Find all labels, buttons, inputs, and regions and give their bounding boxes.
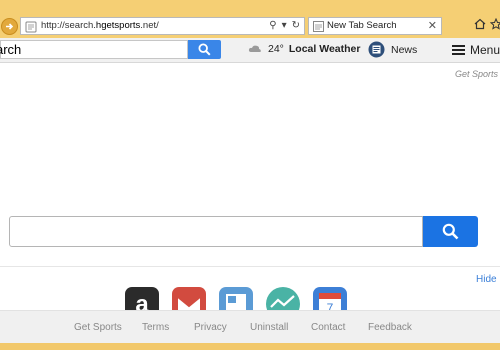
- footer-link-contact[interactable]: Contact: [311, 322, 345, 333]
- news-tile[interactable]: [219, 287, 253, 310]
- favorites-star-icon[interactable]: [490, 18, 500, 30]
- tab-new-tab-search[interactable]: New Tab Search ✕: [308, 17, 442, 35]
- address-url: http://search.hgetsports.net/: [41, 20, 159, 31]
- footer-link-get-sports[interactable]: Get Sports: [74, 322, 122, 333]
- page-content: Get Sports Hide a 7: [0, 63, 500, 310]
- home-icon[interactable]: [474, 18, 486, 30]
- news-link[interactable]: News: [368, 41, 417, 58]
- stocks-tile[interactable]: [266, 287, 300, 310]
- menu-label: Menu: [470, 43, 500, 57]
- tab-favicon-icon: [313, 21, 324, 32]
- amazon-icon: a: [135, 291, 149, 310]
- page-icon: [25, 21, 37, 33]
- footer-link-privacy[interactable]: Privacy: [194, 322, 227, 333]
- hide-link[interactable]: Hide: [476, 274, 497, 285]
- calendar-icon: 7: [319, 293, 341, 310]
- weather-temperature: 24°: [268, 43, 284, 55]
- url-prefix: http://search.: [41, 20, 96, 31]
- newspaper-icon: [226, 294, 246, 310]
- search-icon[interactable]: ⚲: [269, 20, 276, 31]
- amazon-tile[interactable]: a: [125, 287, 159, 310]
- mail-icon: [177, 296, 201, 310]
- tab-title: New Tab Search: [327, 20, 397, 31]
- hamburger-icon: [452, 45, 465, 55]
- gmail-tile[interactable]: [172, 287, 206, 310]
- toolbar-search-input[interactable]: arch: [0, 40, 188, 59]
- chart-line-icon: [270, 295, 295, 308]
- toolbar-search-value: arch: [0, 42, 22, 57]
- menu-button[interactable]: Menu: [452, 43, 500, 57]
- weather-label: Local Weather: [288, 43, 361, 55]
- address-bar[interactable]: http://search.hgetsports.net/ ⚲ ▾ ↻: [20, 17, 305, 35]
- forward-button[interactable]: [1, 18, 18, 35]
- weather-widget[interactable]: 24° Local Weather: [248, 43, 360, 55]
- news-label: News: [391, 43, 418, 56]
- svg-text:a: a: [135, 291, 149, 310]
- main-search-input[interactable]: [9, 216, 423, 247]
- search-icon: [198, 43, 211, 56]
- footer-link-uninstall[interactable]: Uninstall: [250, 322, 288, 333]
- toolbar-search-button[interactable]: [188, 40, 221, 59]
- brand-logo-text[interactable]: Get Sports: [455, 69, 498, 79]
- url-suffix: .net/: [140, 20, 159, 31]
- refresh-icon[interactable]: ↻: [292, 20, 300, 31]
- forward-arrow-icon: [6, 23, 14, 30]
- address-tools: ⚲ ▾ ↻: [269, 20, 300, 31]
- search-toolbar: arch 24° Local Weather News Menu: [0, 38, 500, 63]
- cloud-icon: [248, 45, 261, 52]
- svg-text:7: 7: [327, 301, 334, 310]
- dropdown-arrow-icon[interactable]: ▾: [282, 20, 287, 31]
- browser-chrome: http://search.hgetsports.net/ ⚲ ▾ ↻ New …: [0, 0, 500, 38]
- search-icon: [442, 223, 459, 240]
- main-search-button[interactable]: [423, 216, 478, 247]
- section-divider: [0, 266, 500, 267]
- window-bottom-border: [0, 343, 500, 350]
- url-domain: hgetsports: [95, 20, 141, 31]
- shortcut-tiles: a 7: [0, 285, 500, 310]
- footer-link-feedback[interactable]: Feedback: [368, 322, 412, 333]
- calendar-tile[interactable]: 7: [313, 287, 347, 310]
- news-icon: [368, 41, 385, 58]
- footer-link-terms[interactable]: Terms: [142, 322, 169, 333]
- close-tab-icon[interactable]: ✕: [428, 19, 437, 32]
- footer: Get Sports Terms Privacy Uninstall Conta…: [0, 310, 500, 344]
